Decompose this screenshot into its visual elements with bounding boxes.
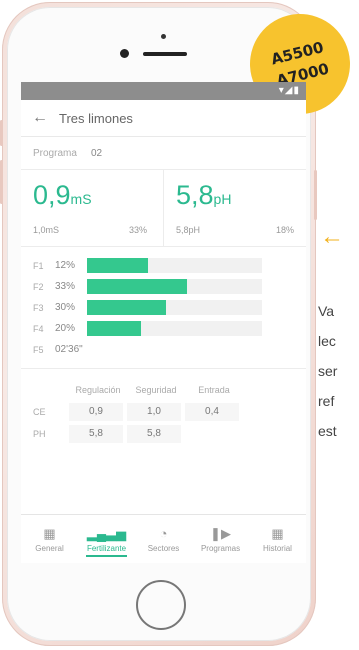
fertilizer-5-time: 02'36"	[55, 344, 83, 355]
fertilizer-percent: 12%	[55, 260, 76, 271]
fertilizer-row: F2 33%	[33, 276, 294, 297]
tab-general[interactable]: ▦ General	[21, 515, 78, 563]
phone-power-button	[314, 170, 317, 220]
phone-speaker	[143, 52, 187, 56]
table-cell: 1,0	[127, 403, 181, 421]
dashboard-icon: ▦	[43, 525, 56, 541]
phone-volume-button	[0, 160, 3, 204]
tab-label: Sectores	[147, 543, 180, 553]
fertilizer-percent: 30%	[55, 302, 76, 313]
fertilizer-fill	[87, 300, 166, 315]
tab-label: General	[35, 543, 64, 553]
phone-side-button	[0, 120, 3, 146]
fertilizer-row: F1 12%	[33, 255, 294, 276]
side-text-line: ser	[318, 363, 338, 379]
ce-reading: 0,9mS	[33, 180, 92, 211]
ph-measure: 5,8pH 5,8pH 18%	[163, 170, 306, 246]
table-row: PH 5,8 5,8	[33, 423, 294, 445]
fertilizer-percent: 33%	[55, 281, 76, 292]
ce-value: 0,9	[33, 180, 71, 210]
fertilizer-label: F2	[33, 281, 44, 292]
tab-fertilizante[interactable]: ▂▄▃▅ Fertilizante	[78, 515, 135, 563]
fertilizer-5-row: F5 02'36"	[33, 339, 294, 360]
tab-label: Historial	[263, 543, 292, 553]
column-header: Regulación	[75, 385, 121, 395]
table-row: CE 0,9 1,0 0,4	[33, 401, 294, 423]
status-bar: ▾◢▮	[21, 82, 306, 100]
program-row: Programa 02	[21, 137, 306, 170]
fertilizer-fill	[87, 279, 187, 294]
side-text-line: est	[318, 423, 337, 439]
fertilizer-label: F3	[33, 302, 44, 313]
ph-reading: 5,8pH	[176, 180, 231, 211]
app-screen: ▾◢▮ ← Tres limones Programa 02 0,9mS 1,0…	[21, 82, 306, 563]
ce-percent: 33%	[129, 225, 148, 235]
measures-panel: 0,9mS 1,0mS 33% 5,8pH 5,8pH 18%	[21, 170, 306, 247]
row-label: CE	[33, 407, 46, 417]
pointer-arrow-icon: ←	[320, 223, 344, 250]
ph-setpoint: 5,8pH	[176, 225, 201, 235]
program-label: Programa	[33, 147, 77, 159]
page-title: Tres limones	[59, 110, 133, 126]
fertilizer-fill	[87, 321, 142, 336]
status-icons: ▾◢▮	[278, 85, 300, 96]
ph-unit: pH	[213, 191, 232, 207]
calendar-icon: ▦	[271, 525, 284, 541]
fertilizer-track	[87, 258, 262, 273]
bars-icon: ▂▄▃▅	[86, 525, 127, 541]
fertilizer-bars: F1 12% F2 33% F3 30% F4 20% F5 02'36"	[21, 247, 306, 369]
table-cell: 0,9	[69, 403, 123, 421]
pie-icon: ◔	[159, 525, 168, 541]
fertilizer-fill	[87, 258, 149, 273]
back-arrow-icon[interactable]: ←	[27, 109, 53, 127]
ce-unit: mS	[70, 191, 92, 207]
tab-sectores[interactable]: ◔ Sectores	[135, 515, 192, 563]
app-bar: ← Tres limones	[21, 100, 306, 137]
fertilizer-track	[87, 321, 262, 336]
table-cell: 0,4	[185, 403, 239, 421]
ph-value: 5,8	[176, 180, 214, 210]
ce-setpoint: 1,0mS	[33, 225, 60, 235]
tab-label: Programas	[200, 543, 241, 553]
ph-percent: 18%	[276, 225, 295, 235]
table-cell: 5,8	[127, 425, 181, 443]
regulation-table: Regulación Seguridad Entrada CE 0,9 1,0 …	[21, 369, 306, 451]
tab-historial[interactable]: ▦ Historial	[249, 515, 306, 563]
side-text-line: Va	[318, 303, 335, 319]
tab-label: Fertilizante	[86, 543, 127, 553]
row-label: PH	[33, 429, 46, 439]
fertilizer-label: F1	[33, 260, 44, 271]
fertilizer-label: F4	[33, 323, 44, 334]
play-icon: ❚▶	[210, 525, 231, 541]
side-text-line: lec	[318, 333, 336, 349]
fertilizer-track	[87, 279, 262, 294]
side-text-line: ref	[318, 393, 335, 409]
fertilizer-label: F5	[33, 344, 44, 355]
ce-measure: 0,9mS 1,0mS 33%	[21, 170, 163, 246]
program-value: 02	[91, 147, 103, 159]
table-header-row: Regulación Seguridad Entrada	[33, 379, 294, 401]
fertilizer-track	[87, 300, 262, 315]
fertilizer-row: F3 30%	[33, 297, 294, 318]
tab-programas[interactable]: ❚▶ Programas	[192, 515, 249, 563]
home-button[interactable]	[136, 580, 186, 630]
column-header: Seguridad	[135, 385, 177, 395]
bottom-tab-bar: ▦ General ▂▄▃▅ Fertilizante ◔ Sectores ❚…	[21, 514, 306, 563]
phone-sensor	[161, 34, 166, 39]
fertilizer-row: F4 20%	[33, 318, 294, 339]
phone-camera	[120, 49, 129, 58]
column-header: Entrada	[198, 385, 230, 395]
fertilizer-percent: 20%	[55, 323, 76, 334]
table-cell: 5,8	[69, 425, 123, 443]
